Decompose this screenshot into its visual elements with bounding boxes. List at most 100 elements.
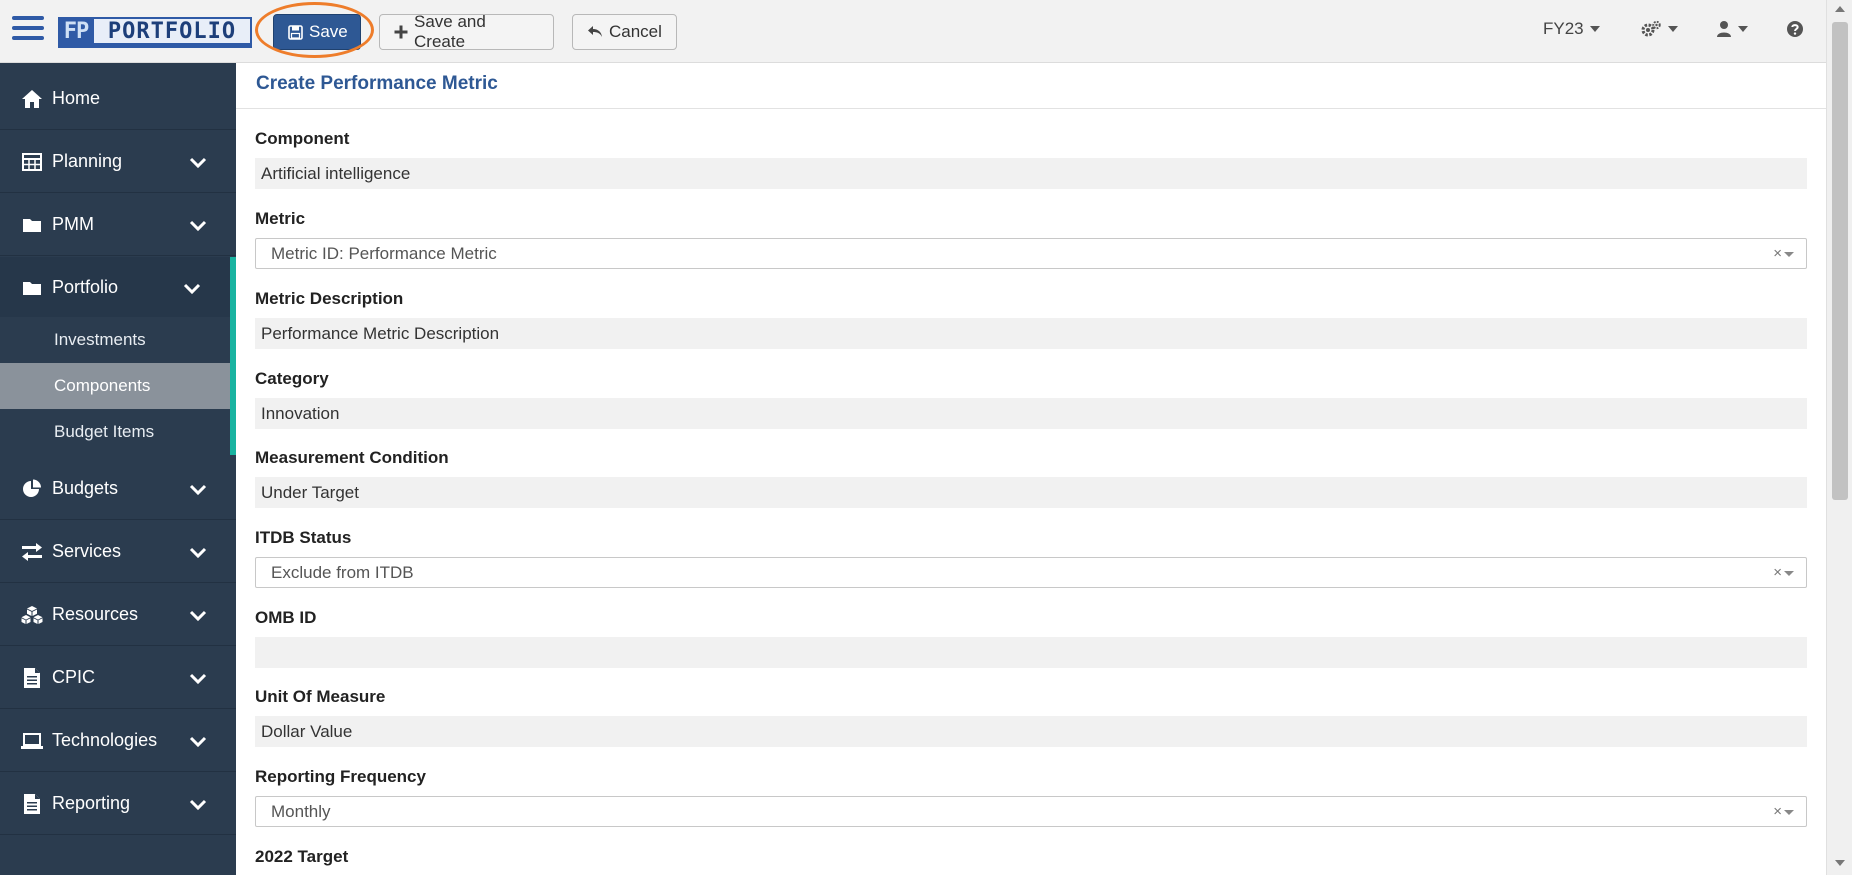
help-button[interactable] <box>1786 16 1804 42</box>
cubes-icon <box>20 604 44 626</box>
pie-chart-icon <box>20 478 44 500</box>
plus-icon <box>394 25 408 39</box>
reporting-frequency-select[interactable]: Monthly × <box>255 796 1807 827</box>
sidebar-item-label: Portfolio <box>52 277 119 297</box>
sidebar-item-planning[interactable]: Planning <box>0 131 236 193</box>
scroll-up-arrow-icon[interactable] <box>1835 6 1845 12</box>
dropdown-arrow-icon[interactable] <box>1784 252 1794 257</box>
home-icon <box>20 88 44 110</box>
user-menu-dropdown[interactable] <box>1716 16 1748 42</box>
scroll-down-arrow-icon[interactable] <box>1835 860 1845 866</box>
top-bar: FP PORTFOLIO Save Save and Create Cancel… <box>0 0 1826 63</box>
save-and-create-button[interactable]: Save and Create <box>379 12 554 51</box>
field-label-component: Component <box>255 129 350 148</box>
folder-icon <box>20 277 44 299</box>
question-circle-icon <box>1786 20 1804 38</box>
title-divider <box>236 108 1826 109</box>
app-logo[interactable]: FP PORTFOLIO <box>58 17 252 48</box>
gears-icon <box>1640 20 1662 38</box>
chevron-down-icon <box>183 283 201 294</box>
caret-down-icon <box>1589 26 1600 32</box>
fiscal-year-dropdown[interactable]: FY23 <box>1543 16 1600 42</box>
field-label-omb-id: OMB ID <box>255 608 317 627</box>
itdb-status-select[interactable]: Exclude from ITDB × <box>255 557 1807 588</box>
field-label-itdb-status: ITDB Status <box>255 528 352 547</box>
chevron-down-icon <box>189 799 207 810</box>
field-label-2022-target: 2022 Target <box>255 847 349 866</box>
hamburger-menu-icon[interactable] <box>12 16 44 42</box>
undo-arrow-icon <box>587 25 603 39</box>
scrollbar-thumb[interactable] <box>1832 22 1848 500</box>
sidebar-item-reporting[interactable]: Reporting <box>0 773 236 835</box>
sidebar-subitem-investments[interactable]: Investments <box>0 317 230 363</box>
table-icon <box>20 151 44 173</box>
cancel-button[interactable]: Cancel <box>572 14 677 50</box>
floppy-disk-icon <box>288 24 303 40</box>
itdb-status-select-value: Exclude from ITDB <box>271 562 414 582</box>
unit-of-measure-field: Dollar Value <box>255 716 1807 747</box>
sidebar-item-label: Home <box>52 88 101 108</box>
measurement-condition-field: Under Target <box>255 477 1807 508</box>
sidebar-item-label: Resources <box>52 604 139 624</box>
page-title: Create Performance Metric <box>256 73 498 94</box>
sidebar-item-budgets[interactable]: Budgets <box>0 458 236 520</box>
sidebar-subitem-components[interactable]: Components <box>0 363 230 409</box>
save-button[interactable]: Save <box>273 14 361 50</box>
reporting-frequency-select-value: Monthly <box>271 801 331 821</box>
document-icon <box>20 667 44 689</box>
chevron-down-icon <box>189 547 207 558</box>
chevron-down-icon <box>189 220 207 231</box>
laptop-icon <box>20 730 44 752</box>
save-and-create-label: Save and Create <box>414 12 486 51</box>
sidebar-item-label: Budgets <box>52 478 119 498</box>
sidebar-item-label: Services <box>52 541 122 561</box>
exchange-icon <box>20 541 44 563</box>
clear-selection-icon[interactable]: × <box>1773 564 1782 581</box>
sidebar-item-resources[interactable]: Resources <box>0 584 236 646</box>
caret-down-icon <box>1738 26 1748 32</box>
field-label-category: Category <box>255 369 329 388</box>
chevron-down-icon <box>189 484 207 495</box>
field-label-metric-description: Metric Description <box>255 289 404 308</box>
sidebar-subitem-budget-items[interactable]: Budget Items <box>0 409 230 455</box>
logo-fp: FP <box>63 18 90 44</box>
field-label-reporting-frequency: Reporting Frequency <box>255 767 426 786</box>
sidebar-item-label: Reporting <box>52 793 131 813</box>
fiscal-year-value: FY23 <box>1543 19 1584 38</box>
field-label-unit-of-measure: Unit Of Measure <box>255 687 386 706</box>
portfolio-submenu: Investments Components Budget Items <box>0 317 236 455</box>
sidebar-item-technologies[interactable]: Technologies <box>0 710 236 772</box>
metric-select[interactable]: Metric ID: Performance Metric × <box>255 238 1807 269</box>
chevron-down-icon <box>189 157 207 168</box>
dropdown-arrow-icon[interactable] <box>1784 810 1794 815</box>
sidebar-item-portfolio[interactable]: Portfolio <box>0 257 236 319</box>
field-label-measurement-condition: Measurement Condition <box>255 448 449 467</box>
settings-dropdown[interactable] <box>1640 16 1678 42</box>
clear-selection-icon[interactable]: × <box>1773 245 1782 262</box>
sidebar: Home Planning PMM Portfolio Investments … <box>0 63 236 875</box>
sidebar-item-label: CPIC <box>52 667 96 687</box>
save-button-label: Save <box>309 22 348 41</box>
sidebar-item-cpic[interactable]: CPIC <box>0 647 236 709</box>
sidebar-item-pmm[interactable]: PMM <box>0 194 236 256</box>
chevron-down-icon <box>189 610 207 621</box>
chevron-down-icon <box>189 736 207 747</box>
sidebar-item-services[interactable]: Services <box>0 521 236 583</box>
main-content: Create Performance Metric Component Arti… <box>236 63 1826 875</box>
folder-icon <box>20 214 44 236</box>
omb-id-field <box>255 637 1807 668</box>
metric-description-field: Performance Metric Description <box>255 318 1807 349</box>
sidebar-item-label: Technologies <box>52 730 158 750</box>
component-field: Artificial intelligence <box>255 158 1807 189</box>
sidebar-item-label: Planning <box>52 151 123 171</box>
sidebar-item-label: PMM <box>52 214 94 234</box>
field-label-metric: Metric <box>255 209 306 228</box>
dropdown-arrow-icon[interactable] <box>1784 571 1794 576</box>
logo-wordmark: PORTFOLIO <box>94 19 250 44</box>
sidebar-item-home[interactable]: Home <box>0 68 236 130</box>
user-icon <box>1716 20 1732 38</box>
metric-select-value: Metric ID: Performance Metric <box>271 243 497 263</box>
vertical-scrollbar[interactable] <box>1826 0 1852 875</box>
clear-selection-icon[interactable]: × <box>1773 803 1782 820</box>
chevron-down-icon <box>189 673 207 684</box>
